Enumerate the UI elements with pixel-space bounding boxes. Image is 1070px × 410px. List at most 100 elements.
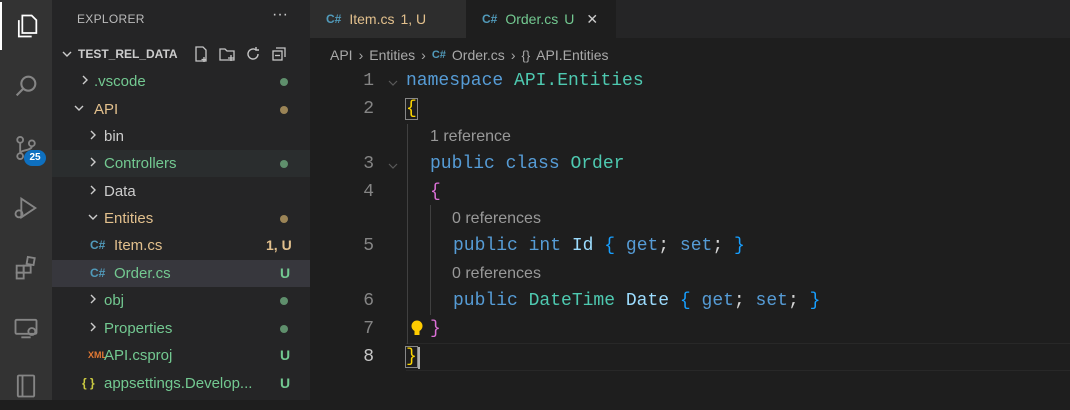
tree-item-properties[interactable]: Properties <box>52 315 310 342</box>
tree-item-obj[interactable]: obj <box>52 287 310 314</box>
chevron-right-icon <box>90 157 96 167</box>
code-text: public DateTime Date { get; set; } <box>453 291 821 311</box>
code-text: namespace API.Entities <box>406 71 644 91</box>
breadcrumb-item[interactable]: Entities <box>369 47 415 63</box>
codelens-row: 0 references <box>310 206 1070 234</box>
tree-item-data[interactable]: Data <box>52 178 310 205</box>
explorer-sidebar: EXPLORER ··· TEST_REL_DATA .vscode API b… <box>52 0 310 400</box>
new-folder-icon[interactable] <box>218 45 236 63</box>
tab-label: Order.cs <box>505 11 559 27</box>
codelens-row: 0 references <box>310 261 1070 289</box>
chevron-down-icon <box>88 214 98 220</box>
chevron-down-icon <box>74 105 84 111</box>
status-dot <box>280 106 288 114</box>
code-text: } <box>430 319 441 339</box>
code-text: } <box>405 346 418 368</box>
namespace-icon: {} <box>521 47 531 63</box>
tree-item-label: API.csproj <box>104 347 173 364</box>
git-status: U <box>280 347 291 363</box>
collapse-all-icon[interactable] <box>270 45 288 63</box>
tree-item-entities[interactable]: Entities <box>52 205 310 232</box>
line-number: 8 <box>363 347 374 367</box>
tree-item-label: obj <box>104 292 125 309</box>
chevron-right-icon <box>82 75 88 85</box>
extensions-icon[interactable] <box>0 244 52 292</box>
line-number: 3 <box>363 154 374 174</box>
tree-item-label: Order.cs <box>114 265 171 282</box>
breadcrumb-item[interactable]: API.Entities <box>536 47 608 63</box>
csharp-file-icon: C# <box>431 49 446 61</box>
codelens-references[interactable]: 1 reference <box>430 128 511 146</box>
line-number: 2 <box>363 99 374 119</box>
files-icon[interactable] <box>0 2 52 50</box>
git-status: U <box>280 265 291 281</box>
status-dot <box>280 297 288 305</box>
chevron-right-icon: › <box>510 47 516 63</box>
tree-item-label: Properties <box>104 320 173 337</box>
breadcrumb-item[interactable]: Order.cs <box>452 47 505 63</box>
status-dot <box>280 78 288 86</box>
chevron-down-icon <box>62 51 72 57</box>
code-line: 2 { <box>310 96 1070 124</box>
chevron-right-icon <box>90 322 96 332</box>
notebook-icon[interactable] <box>0 362 52 410</box>
search-icon[interactable] <box>0 62 52 110</box>
breadcrumb: API › Entities › C# Order.cs › {} API.En… <box>310 43 609 67</box>
new-file-icon[interactable] <box>192 45 210 63</box>
remote-explorer-icon[interactable] <box>0 304 52 352</box>
tree-item-controllers[interactable]: Controllers <box>52 150 310 177</box>
tree-item-bin[interactable]: bin <box>52 123 310 150</box>
csharp-file-icon: C# <box>482 12 498 26</box>
code-text: public class Order <box>430 154 625 174</box>
codelens-references[interactable]: 0 references <box>452 265 541 283</box>
tab-order-cs[interactable]: C# Order.cs U ✕ <box>466 0 616 38</box>
line-number: 6 <box>363 291 374 311</box>
tree-item-appsettings[interactable]: { } appsettings.Develop... U <box>52 370 310 397</box>
tree-item-order-cs[interactable]: C# Order.cs U <box>52 260 310 287</box>
codelens-row: 1 reference <box>310 124 1070 152</box>
tab-label: Item.cs <box>349 11 395 27</box>
chevron-right-icon <box>90 185 96 195</box>
fold-chevron-icon[interactable] <box>388 78 398 88</box>
status-dot <box>280 325 288 333</box>
codelens-references[interactable]: 0 references <box>452 210 541 228</box>
tree-item-api-csproj[interactable]: XML API.csproj U <box>52 342 310 369</box>
fold-chevron-icon[interactable] <box>388 161 398 171</box>
code-text: { <box>405 98 418 120</box>
code-line: 3 public class Order <box>310 151 1070 179</box>
code-editor[interactable]: 1 namespace API.Entities 2 { 1 reference… <box>310 68 1070 400</box>
source-control-icon[interactable]: 25 <box>0 124 52 172</box>
tree-item-label: Data <box>104 183 136 200</box>
activity-bar: 25 <box>0 0 52 400</box>
tree-item-label: Entities <box>104 210 154 227</box>
chevron-right-icon: › <box>421 47 426 63</box>
tree-item-item-cs[interactable]: C# Item.cs 1, U <box>52 232 310 259</box>
refresh-icon[interactable] <box>244 45 262 63</box>
csharp-file-icon: C# <box>326 12 342 26</box>
breadcrumb-item[interactable]: API <box>330 47 353 63</box>
tab-item-cs[interactable]: C# Item.cs 1, U <box>310 0 466 38</box>
code-line: 8 } <box>310 344 1070 372</box>
code-line: 1 namespace API.Entities <box>310 68 1070 96</box>
csharp-file-icon: C# <box>90 266 106 280</box>
run-debug-icon[interactable] <box>0 184 52 232</box>
workspace-root[interactable]: TEST_REL_DATA <box>52 42 310 66</box>
json-file-icon: { } <box>82 376 95 390</box>
chevron-right-icon: › <box>358 47 364 63</box>
code-line: 7 } <box>310 316 1070 344</box>
tab-status: U <box>564 11 575 27</box>
tree-item-label: API <box>94 101 119 118</box>
text-cursor <box>418 347 420 369</box>
more-actions-button[interactable]: ··· <box>272 6 288 24</box>
tab-status: 1, U <box>400 11 427 27</box>
chevron-right-icon <box>90 294 96 304</box>
close-icon[interactable]: ✕ <box>586 11 598 28</box>
tree-item-label: Item.cs <box>114 237 163 254</box>
lightbulb-icon[interactable] <box>410 319 424 337</box>
git-status: 1, U <box>266 237 292 253</box>
code-text: { <box>430 182 441 202</box>
tree-item-label: appsettings.Develop... <box>104 375 253 392</box>
tree-item-api[interactable]: API <box>52 96 310 123</box>
tree-item-vscode[interactable]: .vscode <box>52 68 310 95</box>
line-number: 1 <box>363 71 374 91</box>
